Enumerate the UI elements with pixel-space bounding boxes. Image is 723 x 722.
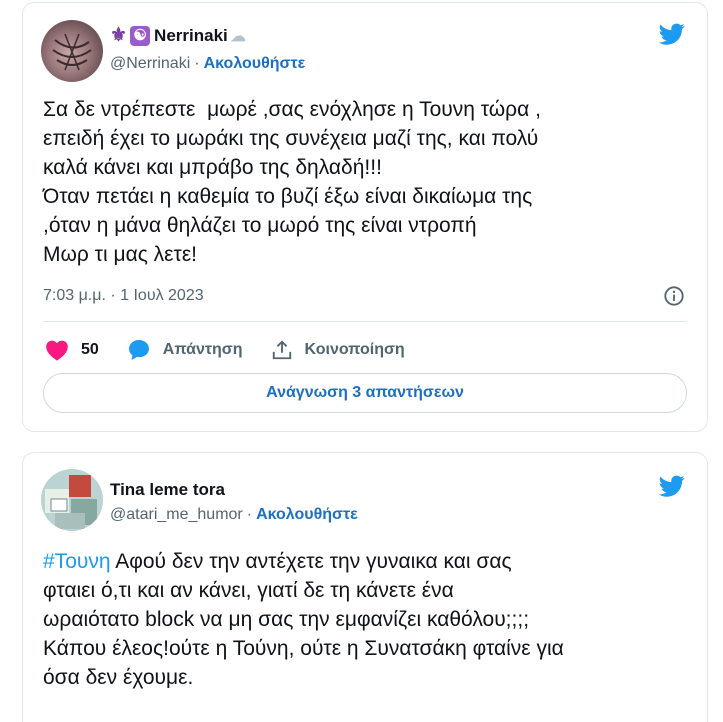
reply-label: Απάντηση bbox=[162, 341, 243, 358]
separator: · bbox=[246, 506, 253, 523]
follow-link[interactable]: Ακολουθήστε bbox=[204, 55, 306, 73]
tweet-card: ⚜ ☯ Nerrinaki ☁ @Nerrinaki · Ακολουθήστε… bbox=[22, 2, 708, 432]
handle-row: @atari_me_humor · Ακολουθήστε bbox=[110, 506, 358, 524]
tweet-text: #Τουνη Αφού δεν την αντέχετε την γυναικα… bbox=[43, 547, 687, 692]
reply-button[interactable]: Απάντηση bbox=[127, 338, 243, 362]
share-button[interactable]: Κοινοποίηση bbox=[271, 339, 405, 361]
twitter-bird-icon[interactable] bbox=[657, 473, 687, 499]
share-label: Κοινοποίηση bbox=[304, 341, 405, 358]
fleur-de-lis-icon: ⚜ bbox=[110, 25, 128, 46]
divider bbox=[43, 321, 687, 322]
hashtag-link[interactable]: #Τουνη bbox=[43, 550, 111, 573]
read-replies-button[interactable]: Ανάγνωση 3 απαντήσεων bbox=[43, 373, 687, 413]
avatar-image bbox=[52, 33, 92, 71]
handle[interactable]: @Nerrinaki bbox=[110, 55, 190, 73]
twitter-bird-icon[interactable] bbox=[657, 21, 687, 47]
tweet-body: Αφού δεν την αντέχετε την γυναικα και σα… bbox=[43, 550, 564, 689]
tweet-text: Σα δε ντρέπεστε μωρέ ,σας ενόχλησε η Του… bbox=[43, 98, 541, 266]
avatar-image bbox=[41, 469, 103, 531]
separator: · bbox=[194, 55, 200, 72]
yin-yang-icon: ☯ bbox=[130, 25, 151, 46]
action-bar: 50 Απάντηση Κοινοποίηση bbox=[45, 338, 433, 362]
info-icon[interactable] bbox=[663, 285, 685, 307]
follow-link[interactable]: Ακολουθήστε bbox=[256, 506, 358, 524]
handle-row: @Nerrinaki · Ακολουθήστε bbox=[110, 55, 305, 73]
reply-bubble-icon bbox=[128, 340, 149, 360]
handle[interactable]: @atari_me_humor bbox=[110, 506, 243, 524]
share-icon bbox=[272, 340, 291, 360]
timestamp[interactable]: 7:03 μ.μ. · 1 Ιουλ 2023 bbox=[43, 287, 204, 305]
display-name: Nerrinaki bbox=[154, 25, 228, 45]
display-name-row[interactable]: ⚜ ☯ Nerrinaki ☁ bbox=[110, 24, 246, 47]
like-button[interactable]: 50 bbox=[45, 339, 99, 361]
heart-icon bbox=[46, 340, 68, 361]
avatar[interactable] bbox=[41, 469, 103, 531]
display-name: Tina leme tora bbox=[110, 480, 225, 499]
like-count: 50 bbox=[81, 341, 99, 358]
avatar[interactable] bbox=[41, 20, 103, 82]
cloud-emoji-icon: ☁ bbox=[230, 27, 246, 45]
tweet-card: Tina leme tora @atari_me_humor · Ακολουθ… bbox=[22, 452, 708, 722]
display-name-row[interactable]: Tina leme tora bbox=[110, 480, 225, 500]
